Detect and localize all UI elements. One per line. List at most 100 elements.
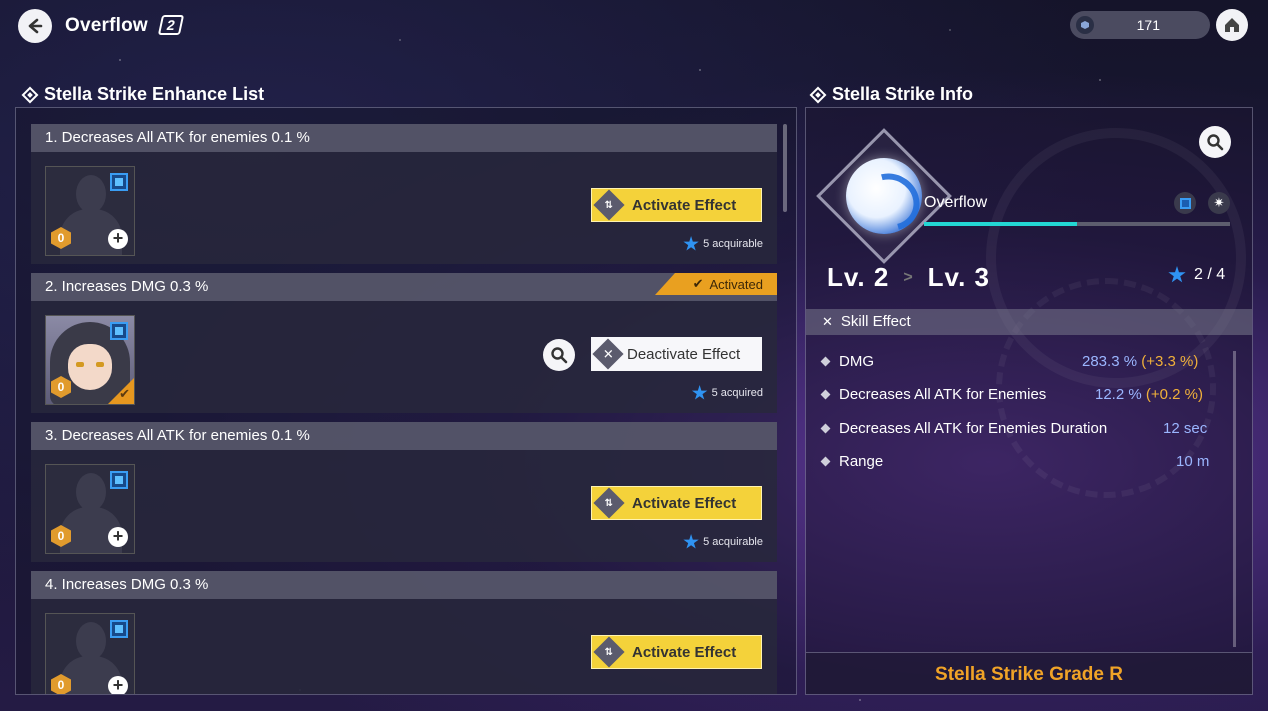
star-icon bbox=[691, 385, 708, 400]
chip-icon bbox=[110, 173, 128, 191]
back-arrow-icon bbox=[28, 18, 43, 34]
activate-effect-button[interactable]: ⇅ Activate Effect bbox=[591, 635, 762, 669]
effect-row: Range 10 m bbox=[820, 453, 1222, 470]
character-slot[interactable]: 0 + bbox=[45, 166, 135, 256]
magnify-icon bbox=[551, 347, 568, 364]
stella-info-panel: Overflow ✷ Lv. 2 > Lv. 3 2 / 4 ✕ Skill E… bbox=[805, 107, 1253, 695]
effect-row: Decreases All ATK for Enemies 12.2 % (+0… bbox=[820, 386, 1222, 403]
activate-effect-label: Activate Effect bbox=[632, 196, 737, 214]
effect-row: Decreases All ATK for Enemies Duration 1… bbox=[820, 420, 1222, 437]
star-icon bbox=[683, 236, 699, 251]
silhouette-icon bbox=[76, 622, 106, 660]
activate-effect-button[interactable]: ⇅ Activate Effect bbox=[591, 188, 762, 222]
chip-icon bbox=[110, 322, 128, 340]
skill-progress-bar bbox=[924, 222, 1230, 226]
portrait-eye-left bbox=[76, 362, 84, 367]
acquire-label: 5 acquirable bbox=[703, 238, 763, 250]
character-slot[interactable]: 0 + bbox=[45, 613, 135, 694]
stella-info-heading: Stella Strike Info bbox=[809, 84, 974, 105]
effect-name: Decreases All ATK for Enemies bbox=[839, 386, 1047, 403]
activate-effect-label: Activate Effect bbox=[632, 643, 737, 661]
effect-name: Range bbox=[839, 453, 884, 470]
deactivate-effect-label: Deactivate Effect bbox=[627, 345, 741, 363]
star-icon bbox=[683, 534, 699, 549]
enhance-card-2: 2. Increases DMG 0.3 % ✔ Activated 0 ✔ ✕… bbox=[31, 273, 777, 413]
diamond-icon bbox=[809, 86, 827, 103]
swap-icon: ⇅ bbox=[593, 189, 625, 221]
acquire-info: 5 acquirable bbox=[683, 236, 763, 252]
close-icon: ✕ bbox=[592, 338, 624, 370]
character-slot[interactable]: 0 + bbox=[45, 464, 135, 554]
enhance-card-title: 3. Decreases All ATK for enemies 0.1 % bbox=[31, 422, 777, 450]
portrait-eye-right bbox=[96, 362, 104, 367]
bullet-icon bbox=[820, 389, 831, 400]
enhance-list-heading: Stella Strike Enhance List bbox=[21, 84, 265, 105]
effect-name: DMG bbox=[839, 353, 874, 370]
check-icon: ✔ bbox=[692, 276, 704, 291]
home-button[interactable] bbox=[1216, 9, 1248, 41]
character-slot[interactable]: 0 ✔ bbox=[45, 315, 135, 405]
activated-label: Activated bbox=[709, 276, 763, 292]
effect-value-text: 12.2 % bbox=[1095, 386, 1142, 403]
check-icon: ✔ bbox=[119, 386, 130, 401]
skill-effect-icon: ✕ bbox=[822, 314, 833, 329]
skill-progress-fill bbox=[924, 222, 1077, 226]
effect-value: 12 sec bbox=[1163, 420, 1208, 437]
bullet-icon bbox=[820, 423, 831, 434]
skill-effect-header: ✕ Skill Effect bbox=[806, 309, 1252, 335]
acquire-info: 5 acquirable bbox=[683, 534, 763, 550]
deactivate-effect-button[interactable]: ✕ Deactivate Effect bbox=[591, 337, 762, 371]
acquire-label: 5 acquired bbox=[711, 387, 763, 399]
back-button[interactable] bbox=[18, 9, 52, 43]
effect-bonus: (+3.3 %) bbox=[1141, 353, 1199, 370]
skill-name: Overflow bbox=[924, 194, 988, 211]
effect-value: 10 m bbox=[1176, 453, 1210, 470]
enhance-card-title: 4. Increases DMG 0.3 % bbox=[31, 571, 777, 599]
effect-bonus: (+0.2 %) bbox=[1145, 386, 1203, 403]
bullet-icon bbox=[820, 456, 831, 467]
stella-info-title: Stella Strike Info bbox=[832, 84, 974, 104]
inspect-button[interactable] bbox=[543, 339, 575, 371]
chip-icon bbox=[110, 471, 128, 489]
effect-value: 283.3 % (+3.3 %) bbox=[1082, 353, 1198, 370]
effects-scrollbar[interactable] bbox=[1233, 351, 1236, 647]
currency-display: 171 bbox=[1070, 11, 1210, 39]
chip-icon bbox=[110, 620, 128, 638]
crystal-icon bbox=[1076, 16, 1094, 34]
grade-label: Stella Strike Grade R bbox=[806, 652, 1252, 694]
enhance-card-4: 4. Increases DMG 0.3 % 0 + ⇅ Activate Ef… bbox=[31, 571, 777, 694]
bullet-icon bbox=[820, 356, 831, 367]
inspect-skill-button[interactable] bbox=[1199, 126, 1231, 158]
add-icon[interactable]: + bbox=[108, 527, 128, 547]
effect-value-text: 283.3 % bbox=[1082, 353, 1138, 370]
home-icon bbox=[1225, 18, 1239, 32]
acquire-label: 5 acquirable bbox=[703, 536, 763, 548]
skill-effect-label: Skill Effect bbox=[840, 313, 911, 330]
level-next: Lv. 3 bbox=[927, 262, 990, 292]
level-current: Lv. 2 bbox=[827, 262, 890, 292]
enhance-list-scrollbar[interactable] bbox=[783, 124, 787, 212]
effect-value: 12.2 % (+0.2 %) bbox=[1095, 386, 1203, 403]
sparkle-icon: ✷ bbox=[1208, 192, 1230, 214]
diamond-icon bbox=[21, 86, 39, 103]
swap-icon: ⇅ bbox=[593, 487, 625, 519]
activate-effect-button[interactable]: ⇅ Activate Effect bbox=[591, 486, 762, 520]
portrait-face bbox=[68, 344, 112, 390]
star-count: 2 / 4 bbox=[1168, 266, 1225, 284]
activated-tag: ✔ Activated bbox=[655, 273, 777, 295]
skill-emblem-icon bbox=[846, 158, 922, 234]
arrow-right-icon: > bbox=[903, 268, 914, 286]
effect-row: DMG 283.3 % (+3.3 %) bbox=[820, 353, 1222, 370]
silhouette-icon bbox=[76, 473, 106, 511]
enhance-list-title: Stella Strike Enhance List bbox=[44, 84, 265, 104]
chip-icon bbox=[1174, 192, 1196, 214]
enhance-card-3: 3. Decreases All ATK for enemies 0.1 % 0… bbox=[31, 422, 777, 562]
level-row: Lv. 2 > Lv. 3 bbox=[827, 262, 990, 293]
add-icon[interactable]: + bbox=[108, 229, 128, 249]
add-icon[interactable]: + bbox=[108, 676, 128, 694]
acquire-info: 5 acquired bbox=[691, 385, 763, 401]
star-count-label: 2 / 4 bbox=[1194, 266, 1226, 283]
activate-effect-label: Activate Effect bbox=[632, 494, 737, 512]
star-icon bbox=[1168, 266, 1186, 283]
swap-icon: ⇅ bbox=[593, 636, 625, 668]
